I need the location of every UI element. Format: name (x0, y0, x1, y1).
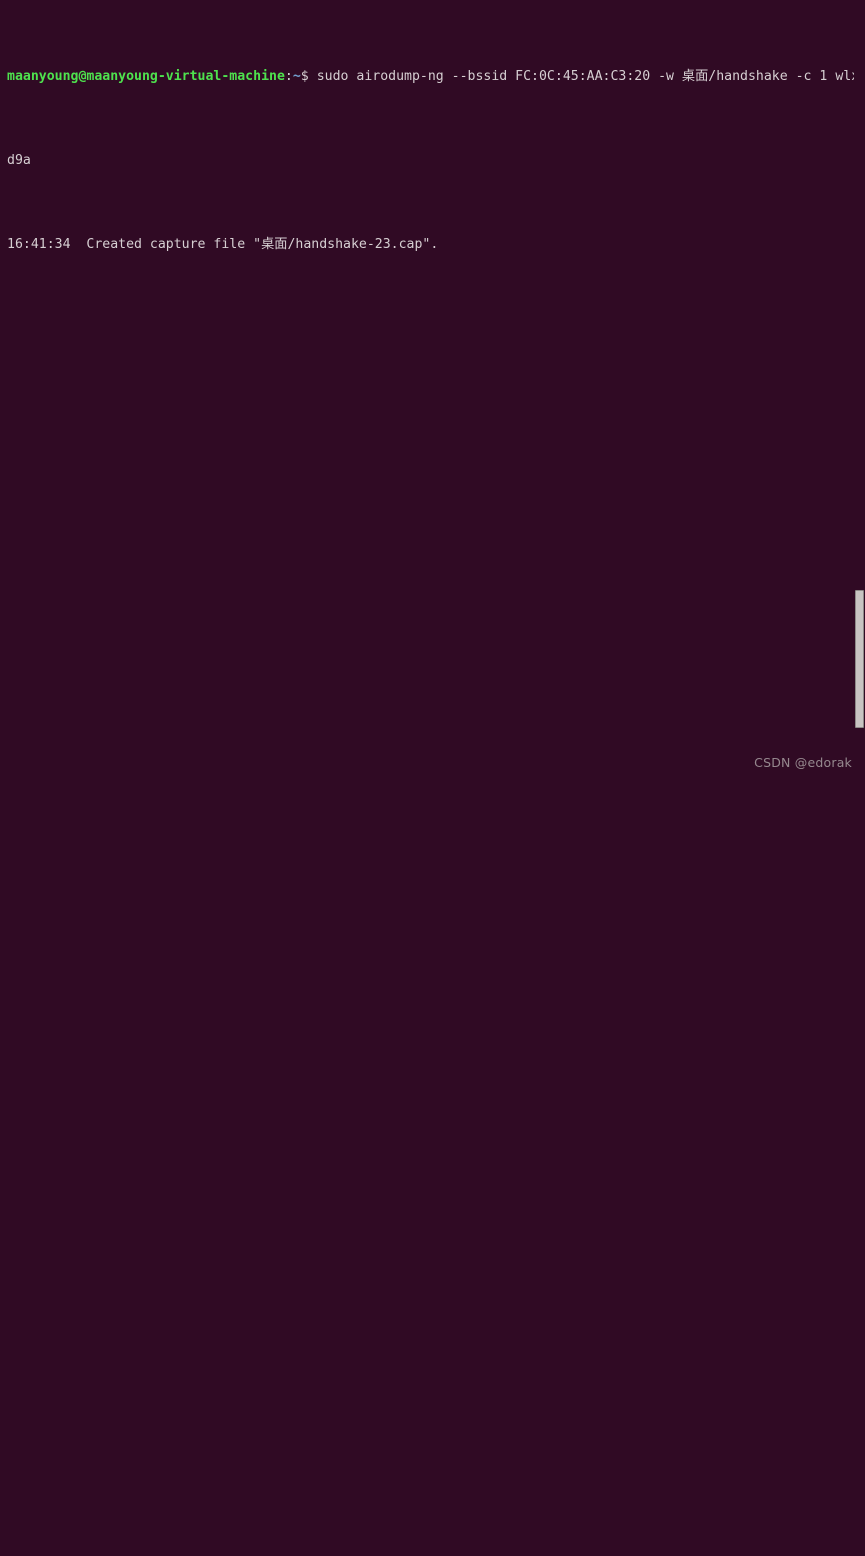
scrollbar-track[interactable] (854, 0, 865, 778)
terminal-window[interactable]: maanyoung@maanyoung-virtual-machine:~$ s… (0, 0, 865, 778)
prompt-dollar: $ (300, 69, 309, 84)
capture-file-text: 16:41:34 Created capture file "桌面/handsh… (7, 237, 439, 252)
command-wrap-line: d9a (7, 150, 865, 171)
prompt-path: ~ (292, 69, 301, 84)
capture-file-line: 16:41:34 Created capture file "桌面/handsh… (7, 234, 865, 255)
prompt-user-host: maanyoung@maanyoung-virtual-machine (7, 69, 285, 84)
prompt-line: maanyoung@maanyoung-virtual-machine:~$ s… (7, 66, 865, 87)
command-text: sudo airodump-ng --bssid FC:0C:45:AA:C3:… (316, 69, 865, 84)
scrollbar-thumb[interactable] (855, 590, 864, 728)
prompt-colon: : (284, 69, 293, 84)
command-wrap-text: d9a (7, 153, 31, 168)
watermark: CSDN @edorak (754, 755, 852, 770)
